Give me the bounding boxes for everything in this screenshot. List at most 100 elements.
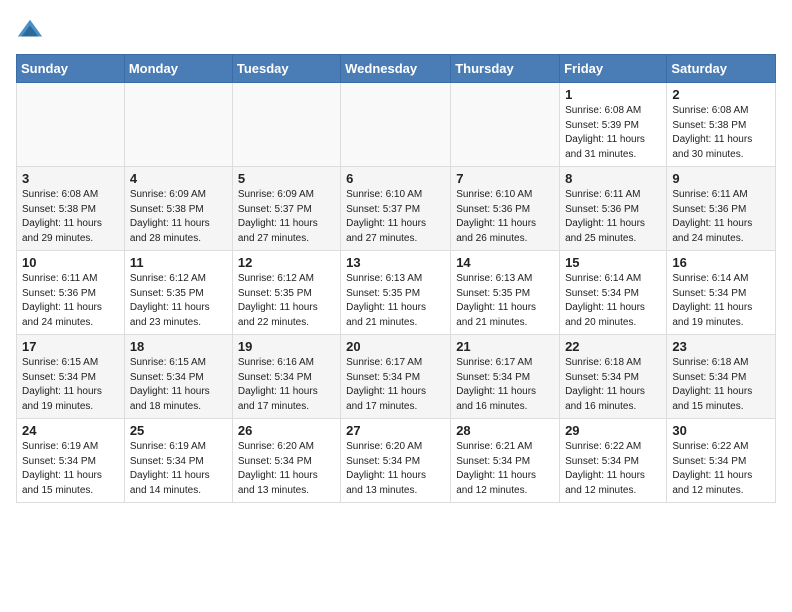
- day-number: 28: [456, 423, 554, 438]
- logo-icon: [16, 16, 44, 44]
- day-info: Sunrise: 6:18 AM Sunset: 5:34 PM Dayligh…: [565, 356, 661, 414]
- calendar-cell: 10Sunrise: 6:11 AM Sunset: 5:36 PM Dayli…: [17, 251, 125, 335]
- day-number: 16: [672, 255, 770, 270]
- calendar-cell: 2 Sunrise: 6:08 AM Sunset: 5:38 PM Daylig…: [667, 83, 776, 167]
- day-info: Sunrise: 6:17 AM Sunset: 5:34 PM Dayligh…: [456, 356, 554, 414]
- day-info: Sunrise: 6:12 AM Sunset: 5:35 PM Dayligh…: [130, 272, 227, 330]
- day-number: 7: [456, 171, 554, 186]
- day-info: Sunrise: 6:11 AM Sunset: 5:36 PM Dayligh…: [565, 188, 661, 246]
- calendar-cell: 18 Sunrise: 6:15 AM Sunset: 5:34 PM Dayli…: [124, 335, 232, 419]
- day-info: Sunrise: 6:18 AM Sunset: 5:34 PM Dayligh…: [672, 356, 770, 414]
- calendar-cell: 4Sunrise: 6:09 AM Sunset: 5:38 PM Daylig…: [124, 167, 232, 251]
- calendar-cell: 28 Sunrise: 6:21 AM Sunset: 5:34 PM Dayli…: [451, 419, 560, 503]
- day-number: 18: [130, 339, 227, 354]
- weekday-header-row: SundayMondayTuesdayWednesdayThursdayFrid…: [17, 55, 776, 83]
- day-number: 14: [456, 255, 554, 270]
- calendar-cell: 7 Sunrise: 6:10 AM Sunset: 5:36 PM Daylig…: [451, 167, 560, 251]
- day-number: 8: [565, 171, 661, 186]
- calendar-cell: 22 Sunrise: 6:18 AM Sunset: 5:34 PM Dayli…: [560, 335, 667, 419]
- day-number: 9: [672, 171, 770, 186]
- calendar-cell: 15 Sunrise: 6:14 AM Sunset: 5:34 PM Dayli…: [560, 251, 667, 335]
- day-number: 26: [238, 423, 335, 438]
- weekday-monday: Monday: [124, 55, 232, 83]
- day-info: Sunrise: 6:11 AM Sunset: 5:36 PM Dayligh…: [672, 188, 770, 246]
- logo: [16, 16, 48, 44]
- calendar-cell: 21 Sunrise: 6:17 AM Sunset: 5:34 PM Dayli…: [451, 335, 560, 419]
- weekday-saturday: Saturday: [667, 55, 776, 83]
- week-row-3: 10Sunrise: 6:11 AM Sunset: 5:36 PM Dayli…: [17, 251, 776, 335]
- calendar-cell: [451, 83, 560, 167]
- day-number: 6: [346, 171, 445, 186]
- weekday-wednesday: Wednesday: [341, 55, 451, 83]
- day-info: Sunrise: 6:14 AM Sunset: 5:34 PM Dayligh…: [565, 272, 661, 330]
- day-number: 25: [130, 423, 227, 438]
- day-info: Sunrise: 6:08 AM Sunset: 5:39 PM Dayligh…: [565, 104, 661, 162]
- calendar-cell: 16 Sunrise: 6:14 AM Sunset: 5:34 PM Dayli…: [667, 251, 776, 335]
- calendar-cell: 19 Sunrise: 6:16 AM Sunset: 5:34 PM Dayli…: [232, 335, 340, 419]
- calendar-cell: 13 Sunrise: 6:13 AM Sunset: 5:35 PM Dayli…: [341, 251, 451, 335]
- day-info: Sunrise: 6:15 AM Sunset: 5:34 PM Dayligh…: [22, 356, 119, 414]
- day-info: Sunrise: 6:09 AM Sunset: 5:37 PM Dayligh…: [238, 188, 335, 246]
- calendar-cell: 30 Sunrise: 6:22 AM Sunset: 5:34 PM Dayli…: [667, 419, 776, 503]
- day-number: 17: [22, 339, 119, 354]
- day-info: Sunrise: 6:22 AM Sunset: 5:34 PM Dayligh…: [565, 440, 661, 498]
- day-number: 2: [672, 87, 770, 102]
- day-info: Sunrise: 6:20 AM Sunset: 5:34 PM Dayligh…: [346, 440, 445, 498]
- weekday-friday: Friday: [560, 55, 667, 83]
- weekday-thursday: Thursday: [451, 55, 560, 83]
- day-number: 30: [672, 423, 770, 438]
- calendar-cell: [341, 83, 451, 167]
- day-number: 15: [565, 255, 661, 270]
- calendar-cell: 6 Sunrise: 6:10 AM Sunset: 5:37 PM Daylig…: [341, 167, 451, 251]
- weekday-tuesday: Tuesday: [232, 55, 340, 83]
- day-number: 5: [238, 171, 335, 186]
- day-number: 19: [238, 339, 335, 354]
- calendar-table: SundayMondayTuesdayWednesdayThursdayFrid…: [16, 54, 776, 503]
- day-info: Sunrise: 6:17 AM Sunset: 5:34 PM Dayligh…: [346, 356, 445, 414]
- day-number: 27: [346, 423, 445, 438]
- calendar-cell: 20Sunrise: 6:17 AM Sunset: 5:34 PM Dayli…: [341, 335, 451, 419]
- calendar-body: 1 Sunrise: 6:08 AM Sunset: 5:39 PM Daylig…: [17, 83, 776, 503]
- calendar-cell: 11Sunrise: 6:12 AM Sunset: 5:35 PM Dayli…: [124, 251, 232, 335]
- day-info: Sunrise: 6:13 AM Sunset: 5:35 PM Dayligh…: [456, 272, 554, 330]
- week-row-1: 1 Sunrise: 6:08 AM Sunset: 5:39 PM Daylig…: [17, 83, 776, 167]
- day-info: Sunrise: 6:22 AM Sunset: 5:34 PM Dayligh…: [672, 440, 770, 498]
- day-info: Sunrise: 6:13 AM Sunset: 5:35 PM Dayligh…: [346, 272, 445, 330]
- day-number: 22: [565, 339, 661, 354]
- calendar-cell: [17, 83, 125, 167]
- calendar-cell: [232, 83, 340, 167]
- day-info: Sunrise: 6:19 AM Sunset: 5:34 PM Dayligh…: [130, 440, 227, 498]
- week-row-5: 24 Sunrise: 6:19 AM Sunset: 5:34 PM Dayli…: [17, 419, 776, 503]
- week-row-4: 17 Sunrise: 6:15 AM Sunset: 5:34 PM Dayli…: [17, 335, 776, 419]
- calendar-cell: 23Sunrise: 6:18 AM Sunset: 5:34 PM Dayli…: [667, 335, 776, 419]
- calendar-cell: 8 Sunrise: 6:11 AM Sunset: 5:36 PM Daylig…: [560, 167, 667, 251]
- page-header: [16, 16, 776, 44]
- day-info: Sunrise: 6:11 AM Sunset: 5:36 PM Dayligh…: [22, 272, 119, 330]
- calendar-cell: 26 Sunrise: 6:20 AM Sunset: 5:34 PM Dayli…: [232, 419, 340, 503]
- day-info: Sunrise: 6:09 AM Sunset: 5:38 PM Dayligh…: [130, 188, 227, 246]
- day-info: Sunrise: 6:10 AM Sunset: 5:36 PM Dayligh…: [456, 188, 554, 246]
- day-info: Sunrise: 6:10 AM Sunset: 5:37 PM Dayligh…: [346, 188, 445, 246]
- day-info: Sunrise: 6:15 AM Sunset: 5:34 PM Dayligh…: [130, 356, 227, 414]
- calendar-cell: [124, 83, 232, 167]
- day-number: 29: [565, 423, 661, 438]
- day-number: 1: [565, 87, 661, 102]
- week-row-2: 3Sunrise: 6:08 AM Sunset: 5:38 PM Daylig…: [17, 167, 776, 251]
- day-number: 21: [456, 339, 554, 354]
- day-number: 24: [22, 423, 119, 438]
- day-info: Sunrise: 6:14 AM Sunset: 5:34 PM Dayligh…: [672, 272, 770, 330]
- day-info: Sunrise: 6:08 AM Sunset: 5:38 PM Dayligh…: [672, 104, 770, 162]
- calendar-cell: 1 Sunrise: 6:08 AM Sunset: 5:39 PM Daylig…: [560, 83, 667, 167]
- day-number: 13: [346, 255, 445, 270]
- calendar-cell: 29 Sunrise: 6:22 AM Sunset: 5:34 PM Dayli…: [560, 419, 667, 503]
- calendar-cell: 9 Sunrise: 6:11 AM Sunset: 5:36 PM Daylig…: [667, 167, 776, 251]
- day-info: Sunrise: 6:19 AM Sunset: 5:34 PM Dayligh…: [22, 440, 119, 498]
- calendar-cell: 14 Sunrise: 6:13 AM Sunset: 5:35 PM Dayli…: [451, 251, 560, 335]
- weekday-sunday: Sunday: [17, 55, 125, 83]
- calendar-cell: 12Sunrise: 6:12 AM Sunset: 5:35 PM Dayli…: [232, 251, 340, 335]
- day-info: Sunrise: 6:16 AM Sunset: 5:34 PM Dayligh…: [238, 356, 335, 414]
- day-number: 3: [22, 171, 119, 186]
- day-info: Sunrise: 6:21 AM Sunset: 5:34 PM Dayligh…: [456, 440, 554, 498]
- calendar-cell: 3Sunrise: 6:08 AM Sunset: 5:38 PM Daylig…: [17, 167, 125, 251]
- day-info: Sunrise: 6:20 AM Sunset: 5:34 PM Dayligh…: [238, 440, 335, 498]
